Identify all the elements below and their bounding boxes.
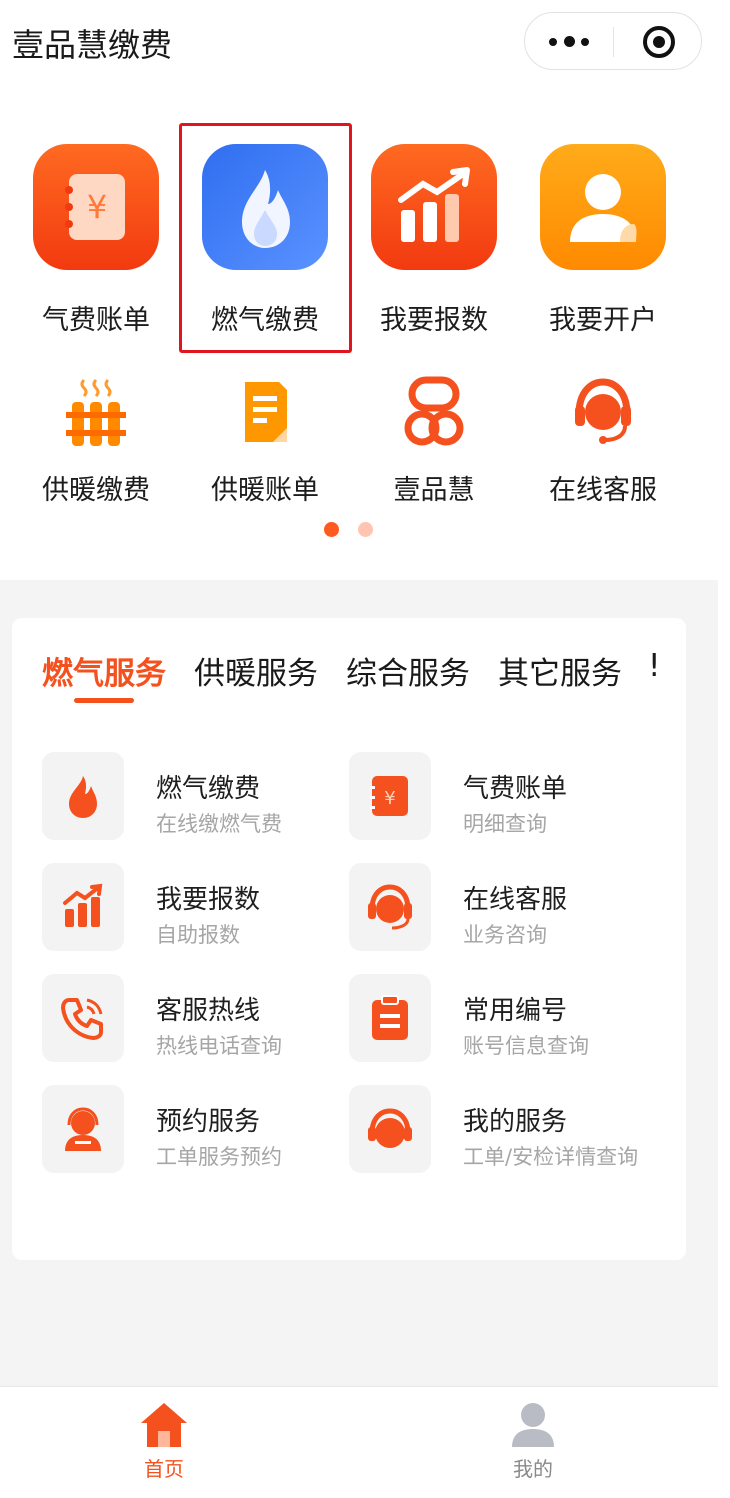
service-title: 气费账单 xyxy=(463,774,568,804)
close-miniprogram-icon[interactable] xyxy=(643,26,675,58)
service-subtitle: 工单/安检详情查询 xyxy=(463,1145,639,1169)
quick-item-open-account[interactable]: 我要开户 xyxy=(528,144,678,344)
service-title: 我要报数 xyxy=(156,885,261,915)
miniprogram-capsule xyxy=(524,12,702,70)
services-section: 燃气服务 供暖服务 综合服务 其它服务 ! 燃气缴费 在线缴燃气费 ¥ 气费账单… xyxy=(0,580,718,1386)
quick-item-label: 在线客服 xyxy=(549,475,657,506)
capsule-divider xyxy=(613,27,614,57)
service-meter-report[interactable]: 我要报数 自助报数 xyxy=(42,863,342,953)
headset-icon xyxy=(349,863,431,951)
bill-icon: ¥ xyxy=(349,752,431,840)
tab-gas-service[interactable]: 燃气服务 xyxy=(42,648,166,693)
quick-item-meter-report[interactable]: 我要报数 xyxy=(359,144,509,344)
tab-heating-service[interactable]: 供暖服务 xyxy=(194,648,318,693)
user-icon xyxy=(540,144,666,270)
chart-icon xyxy=(42,863,124,951)
service-title: 在线客服 xyxy=(463,885,568,915)
app-title: 壹品慧缴费 xyxy=(12,26,173,64)
services-card: 燃气服务 供暖服务 综合服务 其它服务 ! 燃气缴费 在线缴燃气费 ¥ 气费账单… xyxy=(12,618,686,1260)
service-title: 燃气缴费 xyxy=(156,774,261,804)
service-subtitle: 自助报数 xyxy=(156,923,240,947)
page-dot-active[interactable] xyxy=(324,522,339,537)
service-subtitle: 明细查询 xyxy=(463,812,547,836)
service-appointment[interactable]: 预约服务 工单服务预约 xyxy=(42,1085,342,1175)
nav-label: 首页 xyxy=(144,1457,184,1481)
phone-icon xyxy=(42,974,124,1062)
svg-text:¥: ¥ xyxy=(384,788,395,809)
service-gas-bill[interactable]: ¥ 气费账单 明细查询 xyxy=(349,752,649,842)
service-gas-payment[interactable]: 燃气缴费 在线缴燃气费 xyxy=(42,752,342,842)
service-subtitle: 热线电话查询 xyxy=(156,1034,282,1058)
page-indicator xyxy=(324,522,384,538)
service-hotline[interactable]: 客服热线 热线电话查询 xyxy=(42,974,342,1064)
bottom-tab-bar: 首页 我的 xyxy=(0,1386,718,1490)
quick-item-label: 燃气缴费 xyxy=(211,305,319,336)
headset-icon xyxy=(571,376,635,448)
nav-home[interactable]: 首页 xyxy=(84,1387,244,1491)
service-my-services[interactable]: 我的服务 工单/安检详情查询 xyxy=(349,1085,649,1175)
quick-entry-grid: ¥ 气费账单 燃气缴费 我要报数 我要开户 供暖缴费 供暖账单 壹品慧 在线客服 xyxy=(0,86,720,580)
service-title: 客服热线 xyxy=(156,996,261,1026)
quick-item-label: 供暖缴费 xyxy=(42,475,150,506)
quick-item-label: 供暖账单 xyxy=(211,475,319,506)
quick-item-heating-bill[interactable]: 供暖账单 xyxy=(190,376,340,506)
bill-icon: ¥ xyxy=(33,144,159,270)
active-tab-underline xyxy=(74,698,134,703)
svg-text:¥: ¥ xyxy=(87,188,107,226)
service-subtitle: 业务咨询 xyxy=(463,923,547,947)
service-subtitle: 工单服务预约 xyxy=(156,1145,282,1169)
quick-item-label: 壹品慧 xyxy=(393,475,475,506)
service-common-numbers[interactable]: 常用编号 账号信息查询 xyxy=(349,974,649,1064)
service-subtitle: 账号信息查询 xyxy=(463,1034,589,1058)
nav-profile[interactable]: 我的 xyxy=(453,1387,613,1491)
flame-icon xyxy=(42,752,124,840)
service-online-support[interactable]: 在线客服 业务咨询 xyxy=(349,863,649,953)
clipboard-icon xyxy=(349,974,431,1062)
service-title: 预约服务 xyxy=(156,1107,261,1137)
quick-item-brand[interactable]: 壹品慧 xyxy=(359,376,509,506)
profile-icon xyxy=(506,1399,560,1451)
service-subtitle: 在线缴燃气费 xyxy=(156,812,282,836)
quick-item-online-service[interactable]: 在线客服 xyxy=(528,376,678,506)
agent-icon xyxy=(42,1085,124,1173)
tab-other-service[interactable]: 其它服务 xyxy=(498,648,622,693)
radiator-icon xyxy=(64,376,128,448)
more-icon[interactable] xyxy=(549,33,593,51)
quick-item-gas-bill[interactable]: ¥ 气费账单 xyxy=(21,144,171,344)
quick-item-heating-payment[interactable]: 供暖缴费 xyxy=(21,376,171,506)
quick-item-label: 我要开户 xyxy=(549,305,657,336)
tab-general-service[interactable]: 综合服务 xyxy=(346,648,470,693)
title-bar: 壹品慧缴费 xyxy=(0,0,720,86)
chart-icon xyxy=(371,144,497,270)
service-title: 常用编号 xyxy=(463,996,568,1026)
tab-overflow[interactable]: ! xyxy=(648,648,660,684)
quick-item-gas-payment[interactable]: 燃气缴费 xyxy=(190,144,340,344)
flame-icon xyxy=(202,144,328,270)
page-dot[interactable] xyxy=(358,522,373,537)
quick-item-label: 我要报数 xyxy=(380,305,488,336)
service-icon xyxy=(349,1085,431,1173)
nav-label: 我的 xyxy=(513,1457,553,1481)
brand-logo-icon xyxy=(402,376,466,448)
home-icon xyxy=(137,1399,191,1451)
service-title: 我的服务 xyxy=(463,1107,568,1137)
document-icon xyxy=(233,376,297,448)
quick-item-label: 气费账单 xyxy=(42,305,150,336)
